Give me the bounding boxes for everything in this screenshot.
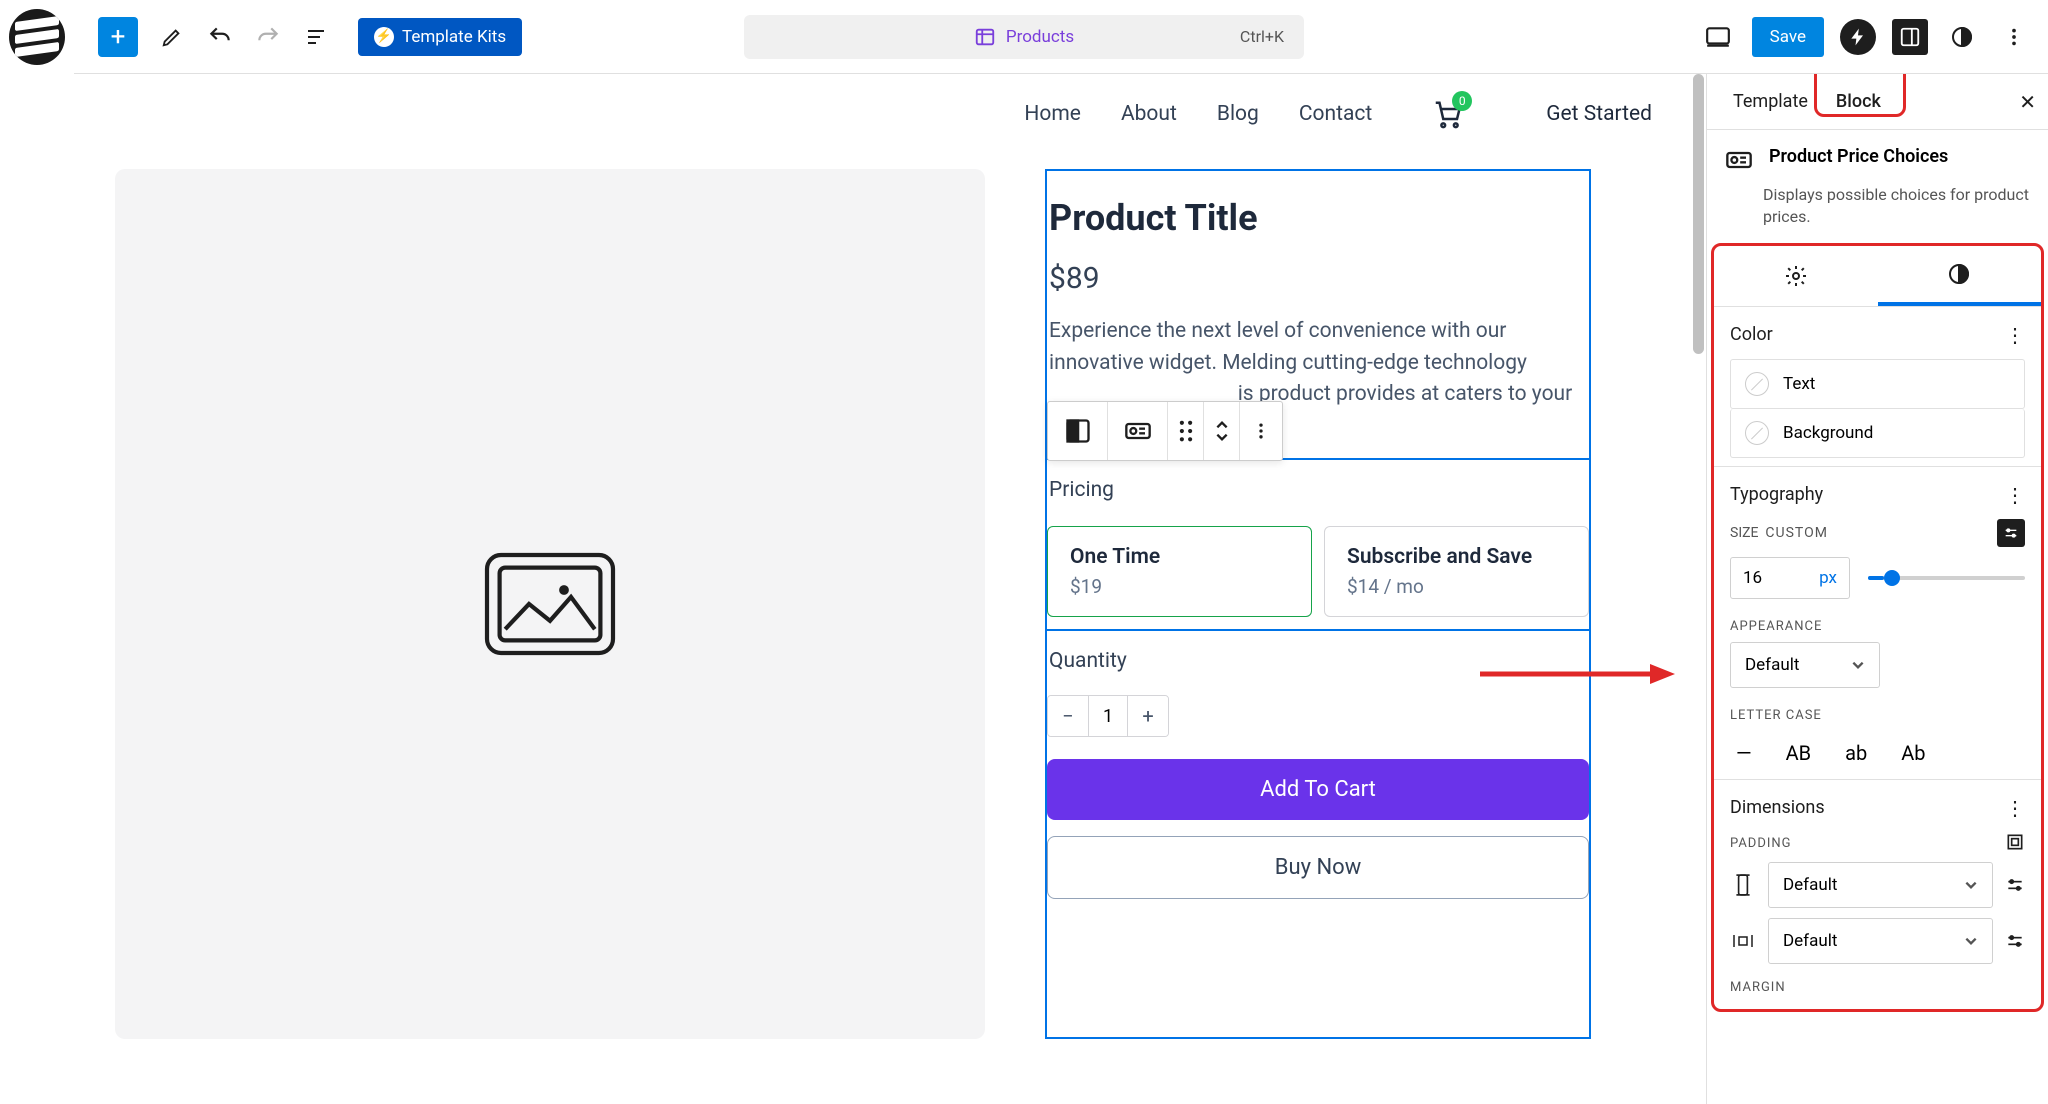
padding-link-icon[interactable] <box>2005 832 2025 852</box>
color-swatch-empty-icon <box>1745 421 1769 445</box>
quantity-stepper: − 1 + <box>1047 695 1169 737</box>
settings-panel-toggle[interactable] <box>1892 19 1928 55</box>
typography-section-title: Typography <box>1730 484 1823 505</box>
responsive-icon[interactable] <box>1700 19 1736 55</box>
dimensions-section-title: Dimensions <box>1730 797 1825 818</box>
padding-vertical-icon <box>1730 874 1756 896</box>
nav-about[interactable]: About <box>1121 102 1177 126</box>
padding-unlink-icon[interactable] <box>2005 875 2025 895</box>
color-text-row[interactable]: Text <box>1730 359 2025 409</box>
get-started-button[interactable]: Get Started <box>1542 94 1656 134</box>
product-form-block[interactable]: Product Title $89 Experience the next le… <box>1045 169 1591 1039</box>
lettercase-cap[interactable]: Ab <box>1895 735 1931 771</box>
block-header-title: Product Price Choices <box>1769 146 1948 174</box>
appearance-select[interactable]: Default <box>1730 642 1880 688</box>
drag-handle-icon[interactable] <box>1168 402 1204 460</box>
edit-icon[interactable] <box>158 23 186 51</box>
redo-icon[interactable] <box>254 23 282 51</box>
template-kits-button[interactable]: ⚡ Template Kits <box>358 18 522 56</box>
color-section-options[interactable]: ⋮ <box>2005 323 2025 347</box>
add-block-button[interactable]: + <box>98 17 138 57</box>
buy-now-button[interactable]: Buy Now <box>1047 836 1589 899</box>
add-to-cart-button[interactable]: Add To Cart <box>1047 759 1589 820</box>
size-custom-toggle[interactable] <box>1997 519 2025 547</box>
tab-template[interactable]: Template <box>1719 77 1822 126</box>
lettercase-label: LETTER CASE <box>1730 708 2025 723</box>
pricing-label: Pricing <box>1047 460 1589 514</box>
move-up-down[interactable] <box>1204 402 1240 460</box>
block-floating-toolbar <box>1047 401 1283 461</box>
cart-button[interactable]: 0 <box>1432 99 1462 129</box>
margin-unlink-icon[interactable] <box>2005 931 2025 951</box>
surecart-icon[interactable] <box>1840 19 1876 55</box>
search-shortcut: Ctrl+K <box>1240 27 1284 46</box>
block-options-icon[interactable] <box>1240 402 1282 460</box>
price-option-subscribe[interactable]: Subscribe and Save $14 / mo <box>1324 526 1589 617</box>
block-type-icon[interactable] <box>1108 402 1168 460</box>
search-label: Products <box>1006 27 1074 47</box>
template-kits-label: Template Kits <box>402 27 506 47</box>
product-image-placeholder[interactable] <box>115 169 985 1039</box>
more-menu-icon[interactable] <box>1996 19 2032 55</box>
color-background-row[interactable]: Background <box>1730 409 2025 458</box>
color-swatch-empty-icon <box>1745 372 1769 396</box>
typography-section-options[interactable]: ⋮ <box>2005 483 2025 507</box>
nav-home[interactable]: Home <box>1024 102 1081 126</box>
site-logo[interactable] <box>0 0 74 74</box>
quantity-value[interactable]: 1 <box>1088 696 1128 736</box>
block-header-icon <box>1725 146 1753 174</box>
parent-block-icon[interactable] <box>1048 402 1108 460</box>
appearance-label: APPEARANCE <box>1730 619 2025 634</box>
padding-label: PADDING <box>1730 836 1792 851</box>
font-size-slider[interactable] <box>1868 576 2025 580</box>
quantity-decrease[interactable]: − <box>1048 696 1088 736</box>
product-title[interactable]: Product Title <box>1047 189 1589 239</box>
settings-tab[interactable] <box>1714 246 1878 306</box>
margin-label: MARGIN <box>1730 980 2025 995</box>
save-button[interactable]: Save <box>1752 17 1824 57</box>
price-option-one-time[interactable]: One Time $19 <box>1047 526 1312 617</box>
contrast-icon[interactable] <box>1944 19 1980 55</box>
dimensions-section-options[interactable]: ⋮ <box>2005 796 2025 820</box>
lettercase-lower[interactable]: ab <box>1839 735 1873 771</box>
styles-tab[interactable] <box>1878 246 2042 306</box>
font-size-input[interactable]: 16 px <box>1730 557 1850 599</box>
undo-icon[interactable] <box>206 23 234 51</box>
annotation-block-tab <box>1814 74 1906 117</box>
block-header-desc: Displays possible choices for product pr… <box>1707 180 2048 243</box>
product-price[interactable]: $89 <box>1047 239 1589 296</box>
lettercase-upper[interactable]: AB <box>1780 735 1818 771</box>
canvas-scrollbar[interactable] <box>1693 74 1706 1104</box>
quantity-increase[interactable]: + <box>1128 696 1168 736</box>
nav-links: Home About Blog Contact <box>1024 102 1372 126</box>
nav-blog[interactable]: Blog <box>1217 102 1259 126</box>
annotation-styles-panel: Color ⋮ Text Background Typography ⋮ <box>1711 243 2044 1012</box>
list-view-icon[interactable] <box>302 23 330 51</box>
command-search[interactable]: Products Ctrl+K <box>744 15 1304 59</box>
margin-icon <box>1730 932 1756 950</box>
lettercase-none[interactable]: — <box>1730 735 1758 771</box>
cart-badge: 0 <box>1452 91 1472 111</box>
quantity-label: Quantity <box>1047 631 1589 685</box>
margin-select[interactable]: Default <box>1768 918 1993 964</box>
color-section-title: Color <box>1730 324 1773 345</box>
padding-select[interactable]: Default <box>1768 862 1993 908</box>
bolt-icon: ⚡ <box>374 27 394 47</box>
nav-contact[interactable]: Contact <box>1299 102 1372 126</box>
close-sidebar-button[interactable]: ✕ <box>2019 90 2036 114</box>
